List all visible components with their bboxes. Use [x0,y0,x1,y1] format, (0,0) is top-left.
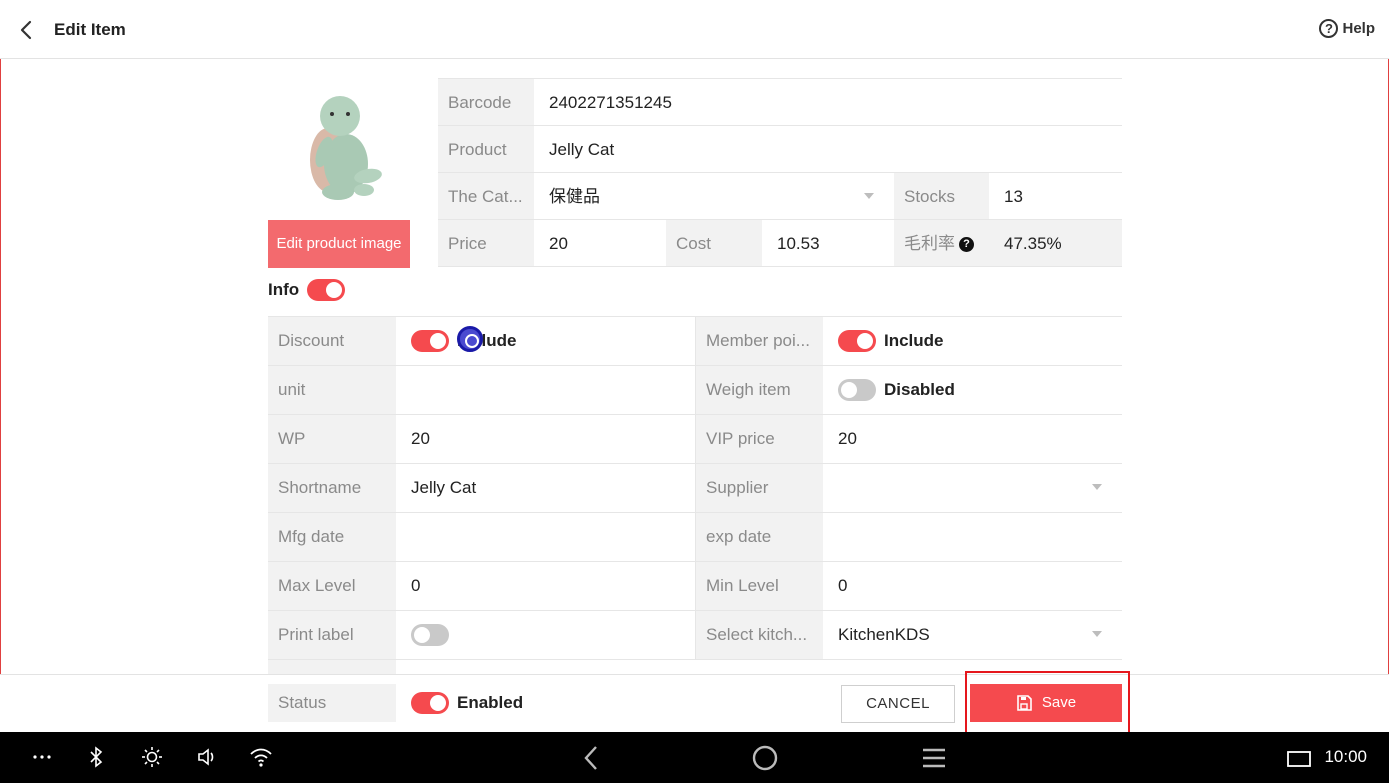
product-image [268,80,410,216]
unit-label: unit [268,366,396,415]
save-button[interactable]: Save [970,684,1122,722]
print-label-label: Print label [268,611,396,660]
cancel-button[interactable]: CANCEL [841,685,955,723]
member-points-field: Include [823,317,1122,366]
chevron-down-icon [864,193,874,199]
member-points-toggle[interactable] [838,330,876,352]
bluetooth-icon[interactable] [88,746,104,768]
min-level-field[interactable]: 0 [823,562,1122,611]
weigh-item-label: Weigh item [695,366,823,415]
cost-label: Cost [666,220,762,267]
action-footer [0,674,1389,732]
more-icon[interactable] [32,754,52,760]
wifi-icon[interactable] [249,746,273,768]
mfg-date-label: Mfg date [268,513,396,562]
info-label: Info [268,280,300,299]
info-section-header: Info [268,279,346,301]
weigh-item-toggle[interactable] [838,379,876,401]
exp-date-field[interactable] [823,513,1122,562]
product-label: Product [438,126,534,173]
vip-price-label: VIP price [695,415,823,464]
barcode-field[interactable]: 2402271351245 [534,79,1122,126]
help-button[interactable]: ? Help [1319,19,1375,38]
volume-icon[interactable] [196,746,218,768]
max-level-field[interactable]: 0 [396,562,695,611]
system-clock: 10:00 [1324,747,1367,766]
select-kitchen-value: KitchenKDS [838,625,930,644]
edit-product-image-button[interactable]: Edit product image [268,220,410,268]
supplier-select[interactable] [823,464,1122,513]
stocks-label: Stocks [894,173,989,220]
shortname-label: Shortname [268,464,396,513]
discount-toggle[interactable] [411,330,449,352]
select-kitchen-select[interactable]: KitchenKDS [823,611,1122,660]
nav-menu-icon[interactable] [922,747,946,769]
nav-back-icon[interactable] [580,744,602,772]
print-label-field [396,611,695,660]
info-grid: Discount Include Member poi... Include u… [268,316,1122,674]
weigh-item-field: Disabled [823,366,1122,415]
vip-price-field[interactable]: 20 [823,415,1122,464]
brightness-icon[interactable] [141,746,163,768]
category-value: 保健品 [549,187,600,206]
supplier-label: Supplier [695,464,823,513]
category-label: The Cat... [438,173,534,220]
save-icon [1017,695,1032,711]
status-toggle[interactable] [411,692,449,714]
margin-label-cell: 毛利率? [894,220,989,267]
chevron-down-icon [1092,484,1102,490]
member-points-state: Include [884,331,944,350]
status-state: Enabled [457,693,524,712]
price-label: Price [438,220,534,267]
barcode-label: Barcode [438,79,534,126]
print-label-toggle[interactable] [411,624,449,646]
select-kitchen-label: Select kitch... [695,611,823,660]
margin-label: 毛利率 [904,234,955,253]
product-basic-grid: Barcode 2402271351245 Product Jelly Cat … [438,78,1122,268]
app-header: Edit Item ? Help [0,0,1389,59]
category-select[interactable]: 保健品 [534,173,894,220]
discount-field: Include [396,317,695,366]
wp-label: WP [268,415,396,464]
cut-off-row-field [396,660,695,674]
min-level-label: Min Level [695,562,823,611]
page-title: Edit Item [54,20,126,39]
max-level-label: Max Level [268,562,396,611]
weigh-item-state: Disabled [884,380,955,399]
member-points-label: Member poi... [695,317,823,366]
system-nav-bar: 10:00 [0,732,1389,783]
cut-off-row-label [268,660,396,674]
question-icon[interactable]: ? [959,237,974,252]
status-field: Enabled [411,692,523,714]
cost-field[interactable]: 10.53 [762,220,894,267]
status-label: Status [268,684,396,722]
wp-field[interactable]: 20 [396,415,695,464]
shortname-field[interactable]: Jelly Cat [396,464,695,513]
chevron-down-icon [1092,631,1102,637]
unit-field[interactable] [396,366,695,415]
info-toggle[interactable] [307,279,346,301]
product-name-field[interactable]: Jelly Cat [534,126,1122,173]
discount-label: Discount [268,317,396,366]
screen-icon[interactable] [1286,749,1312,769]
price-field[interactable]: 20 [534,220,666,267]
touch-cursor-indicator [457,326,483,352]
back-icon[interactable] [14,16,40,44]
margin-value: 47.35% [989,220,1122,267]
stocks-field[interactable]: 13 [989,173,1122,220]
help-label: Help [1342,20,1375,37]
nav-home-icon[interactable] [752,745,778,771]
save-label: Save [1041,694,1077,711]
help-icon: ? [1319,19,1339,38]
exp-date-label: exp date [695,513,823,562]
mfg-date-field[interactable] [396,513,695,562]
